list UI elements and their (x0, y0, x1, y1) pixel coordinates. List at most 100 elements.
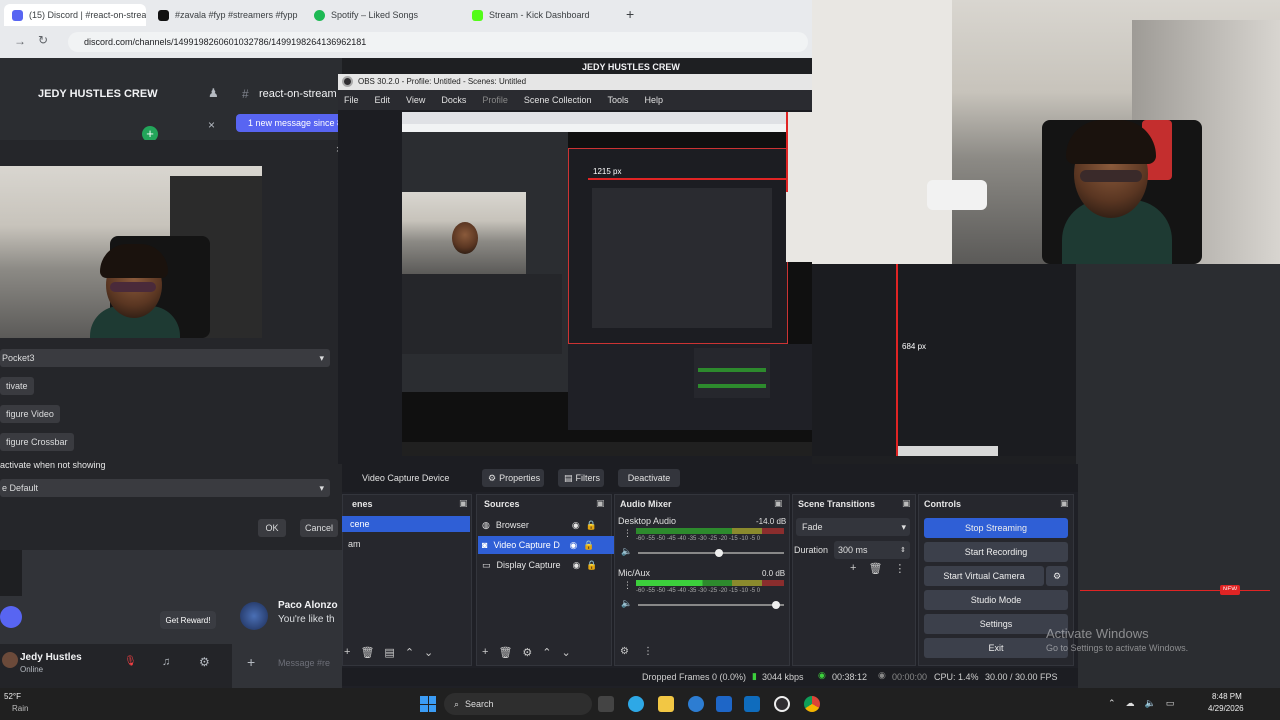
speaker-icon[interactable]: 🔈 (621, 598, 632, 609)
properties-button[interactable]: ⚙ Properties (482, 469, 544, 487)
source-video-capture[interactable]: ◙ Video Capture D ◉ 🔒 (478, 536, 614, 554)
volume-icon[interactable]: 🔈 (1145, 698, 1156, 709)
trash-icon[interactable]: 🗑 (360, 646, 374, 659)
slider-handle[interactable] (772, 601, 780, 609)
store-icon[interactable] (716, 696, 732, 712)
avatar[interactable] (240, 602, 268, 630)
weather-condition[interactable]: Rain (12, 704, 28, 713)
chrome-icon[interactable] (804, 696, 820, 712)
close-icon[interactable]: × (208, 118, 215, 132)
slider-handle[interactable] (715, 549, 723, 557)
windows-start-icon[interactable] (420, 696, 436, 712)
menu-view[interactable]: View (406, 95, 425, 105)
add-user-icon[interactable]: ♟ (208, 86, 219, 100)
menu-profile[interactable]: Profile (482, 95, 508, 105)
deactivate-button[interactable]: tivate (0, 377, 34, 395)
eye-icon[interactable]: ◉ (572, 520, 580, 531)
menu-docks[interactable]: Docks (441, 95, 466, 105)
address-bar[interactable]: discord.com/channels/1499198260601032786… (68, 32, 808, 52)
gear-icon[interactable]: ⚙ (199, 655, 210, 669)
source-browser[interactable]: ◍ Browser ◉ 🔒 (478, 516, 614, 534)
add-icon[interactable]: + (850, 562, 856, 575)
search-box[interactable]: ⌕ Search (444, 693, 592, 715)
tab-kick[interactable]: Stream - Kick Dashboard × (464, 4, 616, 26)
clock-time[interactable]: 8:48 PM (1212, 692, 1242, 701)
more-icon[interactable]: ⋮ (623, 528, 632, 539)
trash-icon[interactable]: 🗑 (868, 562, 882, 575)
server-name[interactable]: JEDY HUSTLES CREW (38, 88, 158, 100)
undock-icon[interactable]: ▣ (596, 498, 605, 509)
volume-slider[interactable] (638, 552, 784, 554)
forward-icon[interactable]: → (14, 34, 26, 48)
gear-icon[interactable]: ⚙ (522, 646, 532, 659)
start-recording-button[interactable]: Start Recording (924, 542, 1068, 562)
stepper-icon[interactable]: ⇕ (900, 546, 906, 554)
stop-streaming-button[interactable]: Stop Streaming (924, 518, 1068, 538)
gear-icon[interactable]: ⚙ (620, 646, 629, 657)
task-view-icon[interactable] (598, 696, 614, 712)
tab-tiktok[interactable]: #zavala #fyp #streamers #fypp × (150, 4, 300, 26)
eye-icon[interactable]: ◉ (573, 560, 581, 571)
move-down-icon[interactable]: ⌄ (562, 646, 571, 659)
menu-scene-collection[interactable]: Scene Collection (524, 95, 592, 105)
tab-discord[interactable]: (15) Discord | #react-on-stream × (4, 4, 146, 26)
transition-select[interactable]: Fade ▾ (796, 518, 910, 536)
network-icon[interactable]: ☁ (1126, 698, 1135, 709)
edge-icon[interactable] (688, 696, 704, 712)
undock-icon[interactable]: ▣ (902, 498, 911, 509)
obs-preview[interactable]: 1215 px (402, 112, 812, 456)
get-reward-button[interactable]: Get Reward! (160, 611, 216, 629)
move-up-icon[interactable]: ⌃ (542, 646, 551, 659)
mail-icon[interactable] (744, 696, 760, 712)
more-icon[interactable]: ⋮ (894, 562, 905, 575)
duration-input[interactable]: 300 ms ⇕ (834, 541, 910, 559)
user-name[interactable]: Jedy Hustles (20, 652, 82, 663)
lock-icon[interactable]: 🔒 (583, 540, 594, 551)
deactivate-button[interactable]: Deactivate (618, 469, 680, 487)
filter-icon[interactable]: ▤ (384, 646, 394, 659)
move-up-icon[interactable]: ⌃ (405, 646, 414, 659)
more-icon[interactable]: ⋮ (623, 580, 632, 591)
source-display-capture[interactable]: ▭ Display Capture ◉ 🔒 (478, 556, 614, 574)
studio-mode-button[interactable]: Studio Mode (924, 590, 1068, 610)
trash-icon[interactable]: 🗑 (498, 646, 512, 659)
headphones-icon[interactable]: ♫ (162, 656, 170, 668)
chevron-up-icon[interactable]: ⌃ (1108, 698, 1116, 709)
file-explorer-icon[interactable] (658, 696, 674, 712)
speaker-icon[interactable]: 🔈 (621, 546, 632, 557)
volume-slider[interactable] (638, 604, 784, 606)
scene-item[interactable]: am (348, 539, 361, 549)
configure-video-button[interactable]: figure Video (0, 405, 60, 423)
menu-edit[interactable]: Edit (375, 95, 391, 105)
attach-icon[interactable]: + (247, 654, 255, 670)
gear-icon[interactable]: ⚙ (1046, 566, 1068, 586)
more-icon[interactable]: ⋮ (643, 646, 653, 657)
copilot-icon[interactable] (628, 696, 644, 712)
new-tab-button[interactable]: + (626, 6, 634, 22)
tab-spotify[interactable]: Spotify – Liked Songs × (306, 4, 456, 26)
configure-crossbar-button[interactable]: figure Crossbar (0, 433, 74, 451)
deactivate-when-not-showing[interactable]: activate when not showing (0, 454, 106, 476)
obs-icon[interactable] (774, 696, 790, 712)
lock-icon[interactable]: 🔒 (586, 560, 597, 571)
undock-icon[interactable]: ▣ (459, 498, 468, 509)
eye-icon[interactable]: ◉ (569, 540, 577, 551)
menu-tools[interactable]: Tools (607, 95, 628, 105)
weather-temp[interactable]: 52°F (4, 692, 21, 701)
lock-icon[interactable]: 🔒 (586, 520, 597, 531)
menu-help[interactable]: Help (644, 95, 663, 105)
battery-icon[interactable]: ▭ (1166, 698, 1175, 709)
clock-date[interactable]: 4/29/2026 (1208, 704, 1244, 713)
chevron-down-icon[interactable]: ⌄ (146, 88, 154, 99)
add-icon[interactable]: + (482, 646, 488, 659)
add-icon[interactable]: + (344, 646, 350, 659)
undock-icon[interactable]: ▣ (774, 498, 783, 509)
undock-icon[interactable]: ▣ (1060, 498, 1069, 509)
mic-muted-icon[interactable]: 🎙 (124, 656, 137, 667)
new-messages-banner[interactable]: 1 new message since 8 (236, 114, 342, 132)
ok-button[interactable]: OK (258, 519, 286, 537)
reload-icon[interactable]: ↻ (38, 33, 48, 47)
device-select[interactable]: Pocket3 ▾ (0, 349, 330, 367)
server-icon[interactable] (0, 606, 22, 628)
menu-file[interactable]: File (344, 95, 359, 105)
